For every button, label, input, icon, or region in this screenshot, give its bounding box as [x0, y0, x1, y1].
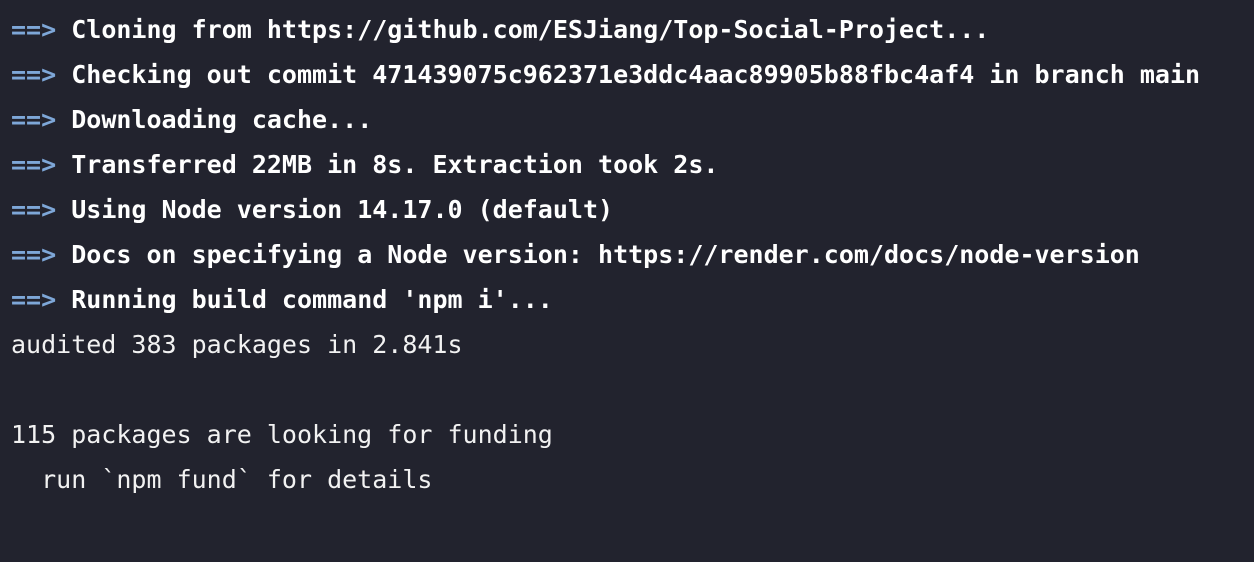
terminal-window[interactable]: ==> Cloning from https://github.com/ESJi…: [0, 0, 1254, 562]
log-text: Downloading cache...: [71, 105, 373, 134]
output-line-blank: [11, 371, 1254, 416]
output-line-funding: 115 packages are looking for funding: [11, 420, 553, 449]
log-text: Docs on specifying a Node version: https…: [71, 240, 1140, 269]
prompt-arrow: ==>: [11, 240, 57, 269]
prompt-arrow: ==>: [11, 150, 57, 179]
log-text: Running build command 'npm i'...: [71, 285, 553, 314]
log-text: Transferred 22MB in 8s. Extraction took …: [71, 150, 719, 179]
log-line-download-cache: ==> Downloading cache...: [11, 101, 1254, 146]
output-line-audited: audited 383 packages in 2.841s: [11, 330, 463, 359]
log-text: Using Node version 14.17.0 (default): [71, 195, 614, 224]
prompt-arrow: ==>: [11, 195, 57, 224]
log-text: Checking out commit 471439075c962371e3dd…: [71, 60, 1201, 89]
log-line-build-command: ==> Running build command 'npm i'...: [11, 281, 1254, 326]
log-line-docs-link: ==> Docs on specifying a Node version: h…: [11, 236, 1254, 281]
log-line-checkout: ==> Checking out commit 471439075c962371…: [11, 56, 1254, 101]
prompt-arrow: ==>: [11, 285, 57, 314]
output-line-fund-hint: run `npm fund` for details: [11, 465, 433, 494]
prompt-arrow: ==>: [11, 60, 57, 89]
log-text: Cloning from https://github.com/ESJiang/…: [71, 15, 990, 44]
prompt-arrow: ==>: [11, 15, 57, 44]
prompt-arrow: ==>: [11, 105, 57, 134]
log-line-node-version: ==> Using Node version 14.17.0 (default): [11, 191, 1254, 236]
log-line-clone: ==> Cloning from https://github.com/ESJi…: [11, 11, 1254, 56]
log-line-transfer: ==> Transferred 22MB in 8s. Extraction t…: [11, 146, 1254, 191]
